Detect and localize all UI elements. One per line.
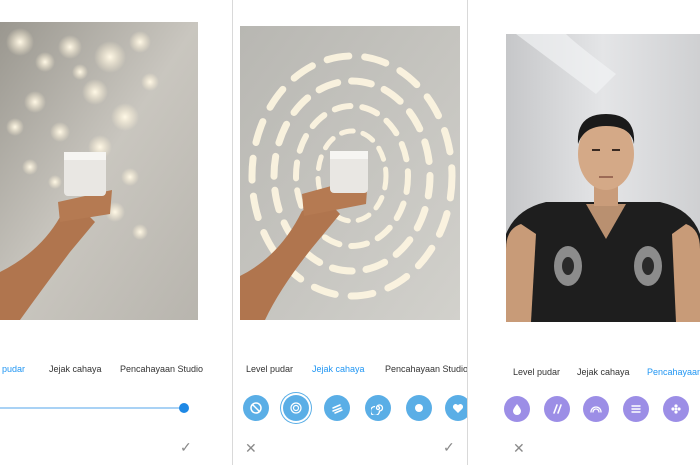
fade-slider-thumb[interactable] — [179, 403, 189, 413]
effect-slashes-button[interactable] — [544, 396, 570, 422]
effect-ring-button[interactable] — [283, 395, 309, 421]
tab-fade-level[interactable]: Level pudar — [246, 364, 293, 374]
tab-fade-level[interactable]: Level pudar — [513, 367, 560, 377]
tab-light-trail[interactable]: Jejak cahaya — [312, 364, 365, 374]
rainbow-icon — [590, 406, 602, 413]
editor-panel-studio-lighting: Level pudar Jejak cahaya Pencahayaan Stu… — [468, 0, 700, 465]
photo-light-fade — [0, 22, 198, 320]
editor-panel-fade: pudar Jejak cahaya Pencahayaan Studio ✓ — [0, 0, 232, 465]
effect-spiral-button[interactable] — [365, 395, 391, 421]
confirm-button[interactable]: ✓ — [180, 440, 192, 454]
editor-panel-light-trail: Level pudar Jejak cahaya Pencahayaan Stu… — [233, 0, 467, 465]
effect-drop-button[interactable] — [504, 396, 530, 422]
tab-light-trail[interactable]: Jejak cahaya — [49, 364, 102, 374]
effect-none-button[interactable] — [243, 395, 269, 421]
effect-streaks-button[interactable] — [324, 395, 350, 421]
effect-dot-button[interactable] — [406, 395, 432, 421]
tab-fade-level[interactable]: pudar — [2, 364, 25, 374]
effect-heart-button[interactable] — [445, 395, 467, 421]
tab-studio-lighting[interactable]: Pencahayaan Studio — [385, 364, 467, 374]
streaks-icon — [332, 404, 343, 414]
spiral-icon — [371, 404, 384, 415]
effect-rainbow-button[interactable] — [583, 396, 609, 422]
dot-icon — [415, 404, 423, 412]
drop-icon — [513, 404, 521, 415]
effect-lines-button[interactable] — [623, 396, 649, 422]
cancel-button[interactable]: ✕ — [245, 441, 257, 455]
flower-icon — [671, 404, 681, 414]
no-effect-icon — [250, 402, 262, 414]
ring-icon — [290, 402, 302, 414]
effect-flower-button[interactable] — [663, 396, 689, 422]
slashes-icon — [553, 404, 562, 414]
tab-light-trail[interactable]: Jejak cahaya — [577, 367, 630, 377]
tab-studio-lighting[interactable]: Pencahayaan Studio — [647, 367, 700, 377]
photo-portrait — [506, 34, 700, 322]
cancel-button[interactable]: ✕ — [513, 441, 525, 455]
lines-icon — [631, 405, 641, 413]
confirm-button[interactable]: ✓ — [443, 440, 455, 454]
tab-studio-lighting[interactable]: Pencahayaan Studio — [120, 364, 203, 374]
heart-icon — [452, 404, 464, 413]
photo-light-trail — [240, 26, 460, 320]
fade-slider-track[interactable] — [0, 407, 184, 409]
